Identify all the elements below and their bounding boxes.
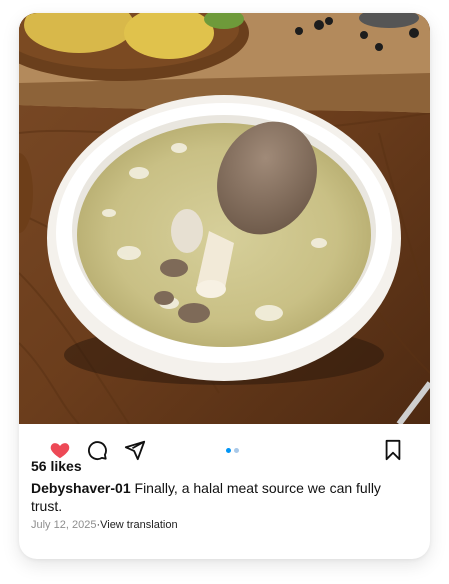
post-image[interactable] <box>19 13 430 424</box>
comment-icon[interactable] <box>86 439 110 463</box>
likes-count[interactable]: 56 likes <box>31 458 82 474</box>
post-date: July 12, 2025 <box>31 519 97 531</box>
carousel-dot-active <box>226 448 231 453</box>
carousel-indicator <box>226 448 239 454</box>
send-icon[interactable] <box>124 439 148 463</box>
caption-username[interactable]: Debyshaver-01 <box>31 480 131 496</box>
post-meta: July 12, 2025·View translation <box>31 519 178 531</box>
view-translation-link[interactable]: View translation <box>100 519 177 531</box>
post-card <box>19 13 430 559</box>
bookmark-icon[interactable] <box>383 439 407 463</box>
post-caption: Debyshaver-01 Finally, a halal meat sour… <box>31 479 391 515</box>
soup-photo <box>19 13 430 424</box>
carousel-dot <box>234 448 239 453</box>
